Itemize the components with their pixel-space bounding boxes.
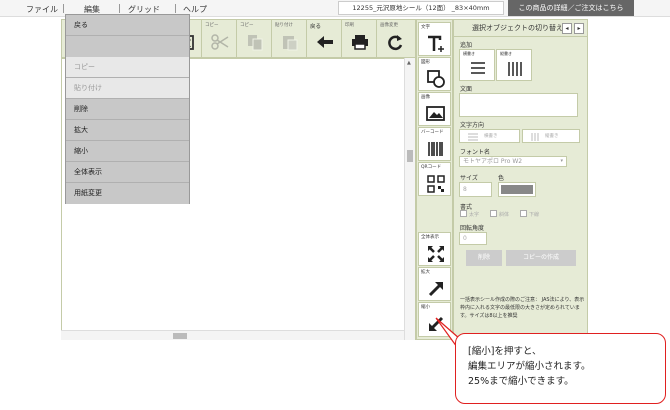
callout-line: 編集エリアが縮小されます。 — [468, 361, 591, 372]
callout-line: 25%まで縮小できます。 — [468, 376, 574, 387]
callout-box: [縮小]を押すと、 編集エリアが縮小されます。 25%まで縮小できます。 — [455, 333, 666, 404]
callout-line: [縮小]を押すと、 — [468, 346, 542, 357]
